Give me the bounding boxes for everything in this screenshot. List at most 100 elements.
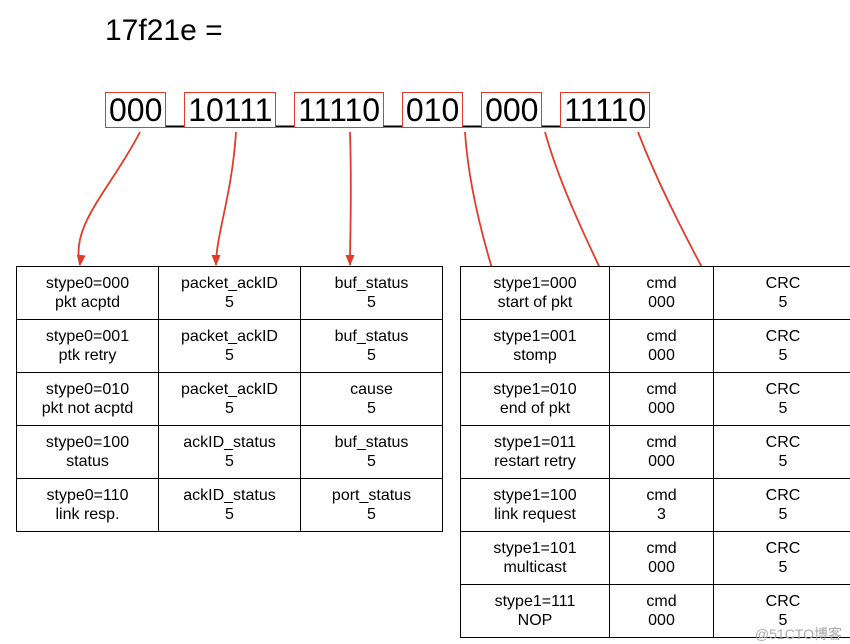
cell-line1: buf_status	[305, 327, 438, 346]
bit-group-5: 11110	[560, 92, 650, 128]
cell-line1: ackID_status	[163, 486, 296, 505]
arrow-path	[350, 132, 351, 265]
cell-line1: stype1=100	[465, 486, 605, 505]
cell-line1: stype0=000	[21, 274, 154, 293]
cell-line1: CRC	[718, 274, 848, 293]
cell: cmd000	[610, 320, 714, 373]
bit-sep: _	[276, 92, 294, 129]
table-row: stype0=000pkt acptdpacket_ackID5buf_stat…	[17, 267, 443, 320]
cell: packet_ackID5	[159, 320, 301, 373]
table-row: stype1=010end of pktcmd000CRC5	[461, 373, 850, 426]
cell-line2: 5	[163, 346, 296, 365]
cell-line1: stype0=001	[21, 327, 154, 346]
cell-line1: port_status	[305, 486, 438, 505]
cell-line2: 5	[305, 293, 438, 312]
cell: CRC5	[714, 373, 850, 426]
cell-line1: cmd	[614, 539, 709, 558]
cell-line2: 5	[718, 452, 848, 471]
cell: cmd000	[610, 532, 714, 585]
cell-line2: 5	[718, 346, 848, 365]
cell-line2: 5	[718, 558, 848, 577]
cell: stype0=010pkt not acptd	[17, 373, 159, 426]
bit-group-0: 000	[105, 92, 166, 128]
cell-line1: packet_ackID	[163, 380, 296, 399]
cell: cmd000	[610, 373, 714, 426]
cell-line1: stype1=101	[465, 539, 605, 558]
stype1-table: stype1=000start of pktcmd000CRC5stype1=0…	[460, 266, 850, 638]
cell-line2: multicast	[465, 558, 605, 577]
table-row: stype1=000start of pktcmd000CRC5	[461, 267, 850, 320]
table-row: stype1=001stomp cmd000CRC5	[461, 320, 850, 373]
cell-line2: 5	[305, 346, 438, 365]
bit-groups-row: 000_10111_11110_010_000_11110	[105, 92, 650, 129]
cell: ackID_status5	[159, 426, 301, 479]
bit-group-1: 10111	[184, 92, 276, 128]
table-row: stype1=011restart retrycmd000CRC5	[461, 426, 850, 479]
arrow-head-icon	[346, 255, 355, 266]
cell-line2: NOP	[465, 611, 605, 630]
table-row: stype1=100link requestcmd3CRC5	[461, 479, 850, 532]
cell-line2: stomp	[465, 346, 605, 365]
cell-line1: cmd	[614, 592, 709, 611]
arrow-head-icon	[76, 255, 86, 267]
bit-sep: _	[384, 92, 402, 129]
cell-line1: CRC	[718, 539, 848, 558]
cell-line2: 3	[614, 505, 709, 524]
cell: buf_status5	[301, 320, 443, 373]
hex-expression: 17f21e =	[105, 14, 223, 48]
stype0-table: stype0=000pkt acptdpacket_ackID5buf_stat…	[16, 266, 443, 532]
cell: packet_ackID5	[159, 267, 301, 320]
cell: stype0=110link resp.	[17, 479, 159, 532]
cell-line2: 5	[305, 505, 438, 524]
cell-line1: stype0=010	[21, 380, 154, 399]
cell-line2: 000	[614, 346, 709, 365]
cell-line1: CRC	[718, 433, 848, 452]
cell-line2: link request	[465, 505, 605, 524]
cell-line2: 5	[718, 293, 848, 312]
cell: CRC5	[714, 479, 850, 532]
cell-line1: stype1=111	[465, 592, 605, 611]
table-row: stype0=001ptk retrypacket_ackID5buf_stat…	[17, 320, 443, 373]
arrow-path	[216, 132, 236, 265]
cell: CRC5	[714, 426, 850, 479]
cell-line1: cmd	[614, 274, 709, 293]
cell-line1: cmd	[614, 433, 709, 452]
cell-line2: 5	[163, 452, 296, 471]
cell-line2: 5	[718, 399, 848, 418]
cell-line2: 5	[305, 399, 438, 418]
cell-line2: 000	[614, 452, 709, 471]
cell: stype1=100link request	[461, 479, 610, 532]
cell-line2: 000	[614, 558, 709, 577]
cell: buf_status5	[301, 426, 443, 479]
cell-line2: restart retry	[465, 452, 605, 471]
cell-line2: 5	[163, 505, 296, 524]
cell-line1: packet_ackID	[163, 327, 296, 346]
cell-line1: cmd	[614, 380, 709, 399]
cell: packet_ackID5	[159, 373, 301, 426]
bit-sep: _	[542, 92, 560, 129]
bit-group-4: 000	[481, 92, 542, 128]
cell-line1: buf_status	[305, 274, 438, 293]
cell: stype1=011restart retry	[461, 426, 610, 479]
cell-line2: 000	[614, 293, 709, 312]
cell-line1: stype1=000	[465, 274, 605, 293]
cell-line1: CRC	[718, 486, 848, 505]
cell: CRC5	[714, 267, 850, 320]
cell: cmd000	[610, 426, 714, 479]
cell-line2: 000	[614, 399, 709, 418]
cell-line1: cmd	[614, 486, 709, 505]
cell: cmd000	[610, 585, 714, 638]
cell-line1: ackID_status	[163, 433, 296, 452]
cell-line1: cause	[305, 380, 438, 399]
cell: cmd000	[610, 267, 714, 320]
bit-group-2: 11110	[294, 92, 384, 128]
cell-line1: stype1=001	[465, 327, 605, 346]
cell-line1: stype1=011	[465, 433, 605, 452]
cell: CRC5	[714, 532, 850, 585]
cell-line1: CRC	[718, 327, 848, 346]
cell: stype1=000start of pkt	[461, 267, 610, 320]
cell: stype0=100status	[17, 426, 159, 479]
cell: CRC5	[714, 320, 850, 373]
cell-line1: buf_status	[305, 433, 438, 452]
cell-line1: stype0=110	[21, 486, 154, 505]
